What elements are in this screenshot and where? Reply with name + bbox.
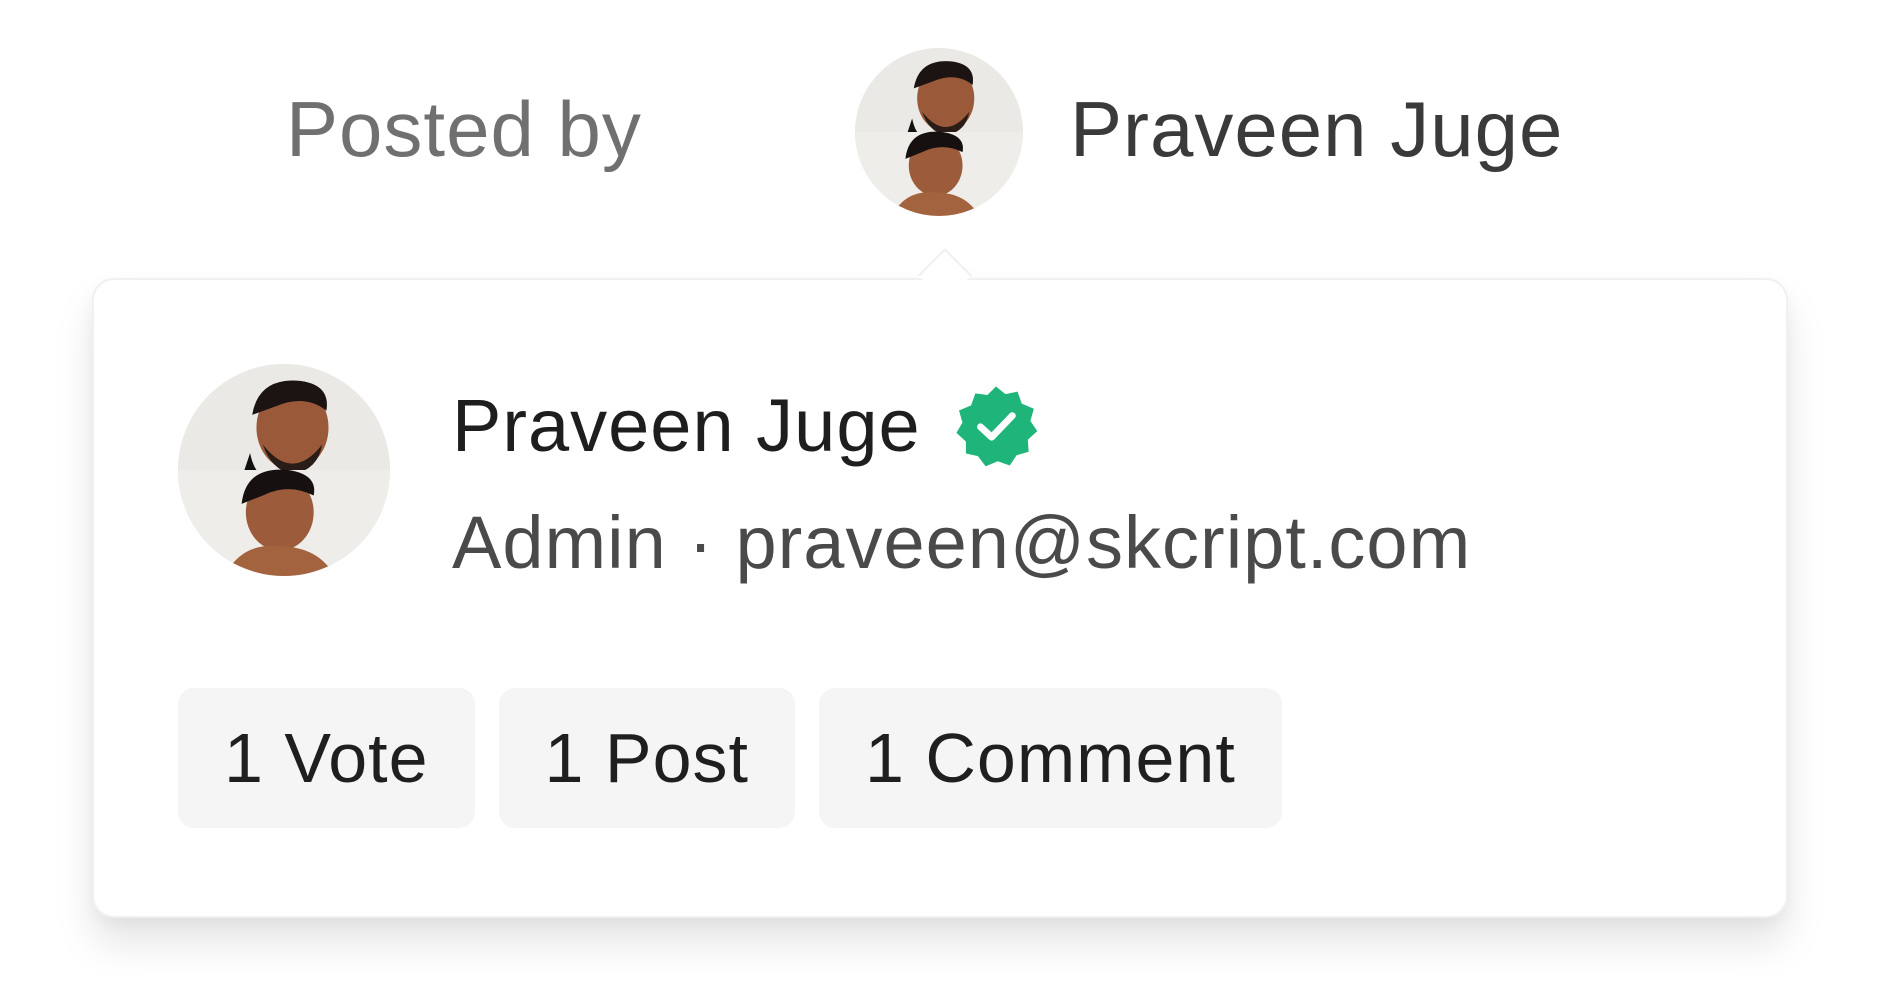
verified-badge-icon bbox=[956, 386, 1037, 467]
post-author-row: Posted by Praveen Juge bbox=[0, 48, 1884, 218]
profile-avatar bbox=[178, 364, 390, 576]
avatar-photo-icon bbox=[855, 48, 1023, 216]
stat-votes[interactable]: 1 Vote bbox=[178, 688, 475, 828]
stat-comments[interactable]: 1 Comment bbox=[818, 688, 1282, 828]
profile-popover-card: Praveen Juge Admin · praveen@skcript.com… bbox=[92, 278, 1788, 918]
stage: Posted by Praveen Juge Praveen Juge Admi… bbox=[0, 0, 1884, 994]
posted-by-label: Posted by bbox=[286, 85, 642, 173]
author-avatar[interactable] bbox=[855, 48, 1023, 216]
profile-role-email: Admin · praveen@skcript.com bbox=[452, 501, 1472, 584]
profile-stats: 1 Vote 1 Post 1 Comment bbox=[178, 688, 1282, 828]
avatar-photo-icon bbox=[178, 364, 390, 576]
stat-posts[interactable]: 1 Post bbox=[498, 688, 795, 828]
profile-name-row: Praveen Juge bbox=[452, 376, 1039, 476]
profile-name: Praveen Juge bbox=[452, 384, 921, 467]
author-name-link[interactable]: Praveen Juge bbox=[1070, 90, 1563, 168]
